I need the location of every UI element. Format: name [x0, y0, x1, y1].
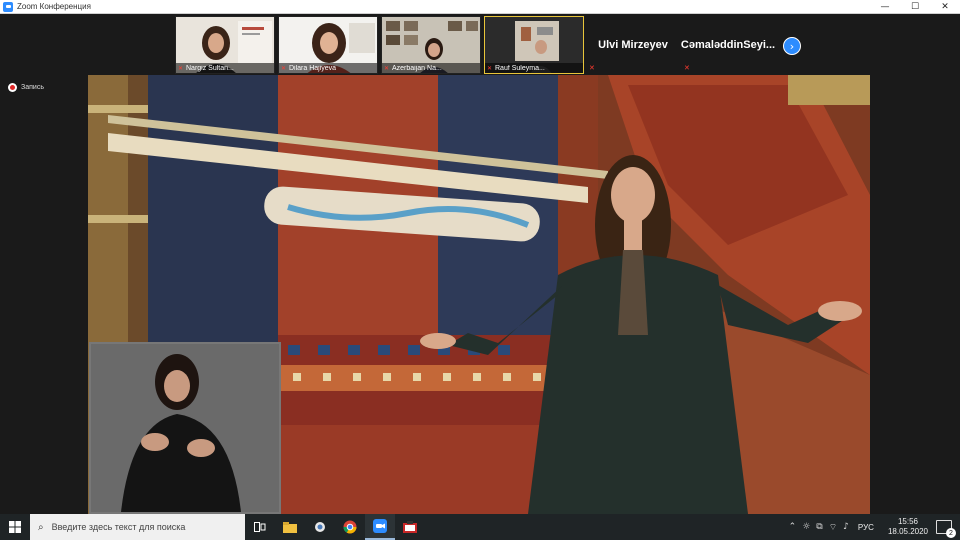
participant-strip: ✕ Nargiz Sultan... ✕ Dilara Hajiyeva ✕ A…: [175, 16, 801, 76]
wifi-icon[interactable]: ⌔: [829, 522, 837, 533]
muted-mic-icon: ✕: [178, 64, 184, 72]
task-view-button[interactable]: [245, 514, 275, 540]
app-icon: [403, 521, 417, 533]
search-placeholder: Введите здесь текст для поиска: [51, 522, 186, 532]
recording-label: Запись: [21, 84, 44, 91]
participant-namebar: ✕ Dilara Hajiyeva: [279, 63, 377, 73]
window-title-bar: Zoom Конференция — ☐ ✕: [0, 0, 960, 14]
windows-icon: [9, 521, 21, 533]
participant-namebar: ✕ Azerbaijan Na...: [382, 63, 480, 73]
show-hidden-icons-icon[interactable]: ⌃: [789, 522, 797, 532]
clock-time: 15:56: [897, 517, 918, 526]
system-tray: ⌃ ☼ ⧉ ⌔ ♪ РУС 15:56 18.05.2020 2: [786, 514, 960, 540]
participant-tile[interactable]: ✕ Azerbaijan Na...: [381, 16, 481, 74]
taskbar-app-1[interactable]: [305, 514, 335, 540]
search-icon: ⌕: [38, 521, 44, 533]
taskbar-app-explorer[interactable]: [275, 514, 305, 540]
muted-mic-icon: ✕: [684, 64, 690, 72]
maximize-button[interactable]: ☐: [900, 0, 930, 14]
taskbar-app-zoom[interactable]: [365, 514, 395, 540]
record-icon: [8, 83, 17, 92]
sign-language-interpreter-video[interactable]: [89, 342, 281, 514]
participant-name: Nargiz Sultan...: [186, 64, 234, 72]
interpreter-video-frame: [91, 344, 279, 512]
taskbar-clock[interactable]: 15:56 18.05.2020: [888, 517, 928, 537]
participant-namebar: ✕ Nargiz Sultan...: [176, 63, 274, 73]
chrome-icon: [343, 520, 357, 534]
meeting-stage: ✕ Nargiz Sultan... ✕ Dilara Hajiyeva ✕ A…: [0, 14, 960, 514]
participant-tile-active-speaker[interactable]: ✕ Rauf Suleyma...: [484, 16, 584, 74]
next-page-button[interactable]: ›: [783, 37, 801, 55]
folder-icon: [283, 521, 297, 533]
taskbar-app-2[interactable]: [395, 514, 425, 540]
recording-indicator[interactable]: Запись: [8, 83, 44, 92]
network-icon[interactable]: ⧉: [816, 522, 822, 532]
windows-taskbar: ⌕ Введите здесь текст для поиска ⌃ ☼ ⧉ ⌔…: [0, 514, 960, 540]
muted-mic-icon: ✕: [281, 64, 287, 72]
participant-tile[interactable]: ✕ Nargiz Sultan...: [175, 16, 275, 74]
volume-icon[interactable]: ♪: [843, 522, 849, 532]
minimize-button[interactable]: —: [870, 0, 900, 14]
chevron-right-icon: ›: [789, 39, 795, 53]
close-button[interactable]: ✕: [930, 0, 960, 14]
input-language[interactable]: РУС: [858, 523, 874, 532]
app-icon: [315, 522, 325, 532]
participant-name: CəmaləddinSeyi...: [680, 39, 776, 51]
task-view-icon: [254, 522, 266, 532]
start-button[interactable]: [0, 514, 30, 540]
action-center-button[interactable]: 2: [936, 520, 956, 538]
participant-name: Azerbaijan Na...: [392, 64, 442, 72]
muted-mic-icon: ✕: [589, 64, 595, 72]
clock-date: 18.05.2020: [887, 527, 928, 536]
participant-namebar: ✕ Rauf Suleyma...: [485, 63, 583, 73]
taskbar-app-chrome[interactable]: [335, 514, 365, 540]
weather-icon[interactable]: ☼: [802, 522, 810, 532]
zoom-app-icon: [3, 1, 13, 12]
participant-tile[interactable]: ✕ Dilara Hajiyeva: [278, 16, 378, 74]
participant-name: Dilara Hajiyeva: [289, 64, 337, 72]
notification-count: 2: [946, 528, 956, 538]
participant-name: Ulvi Mirzeyev: [598, 39, 668, 51]
window-title: Zoom Конференция: [17, 2, 91, 11]
zoom-icon: [373, 519, 387, 533]
participant-tile-no-video[interactable]: Ulvi Mirzeyev ✕: [587, 16, 679, 74]
muted-mic-icon: ✕: [384, 64, 390, 72]
muted-mic-icon: ✕: [487, 64, 493, 72]
window-controls: — ☐ ✕: [870, 0, 960, 14]
participant-name: Rauf Suleyma...: [495, 64, 545, 72]
taskbar-search[interactable]: ⌕ Введите здесь текст для поиска: [30, 514, 245, 540]
participant-tile-no-video[interactable]: CəmaləddinSeyi... ✕: [680, 16, 776, 74]
